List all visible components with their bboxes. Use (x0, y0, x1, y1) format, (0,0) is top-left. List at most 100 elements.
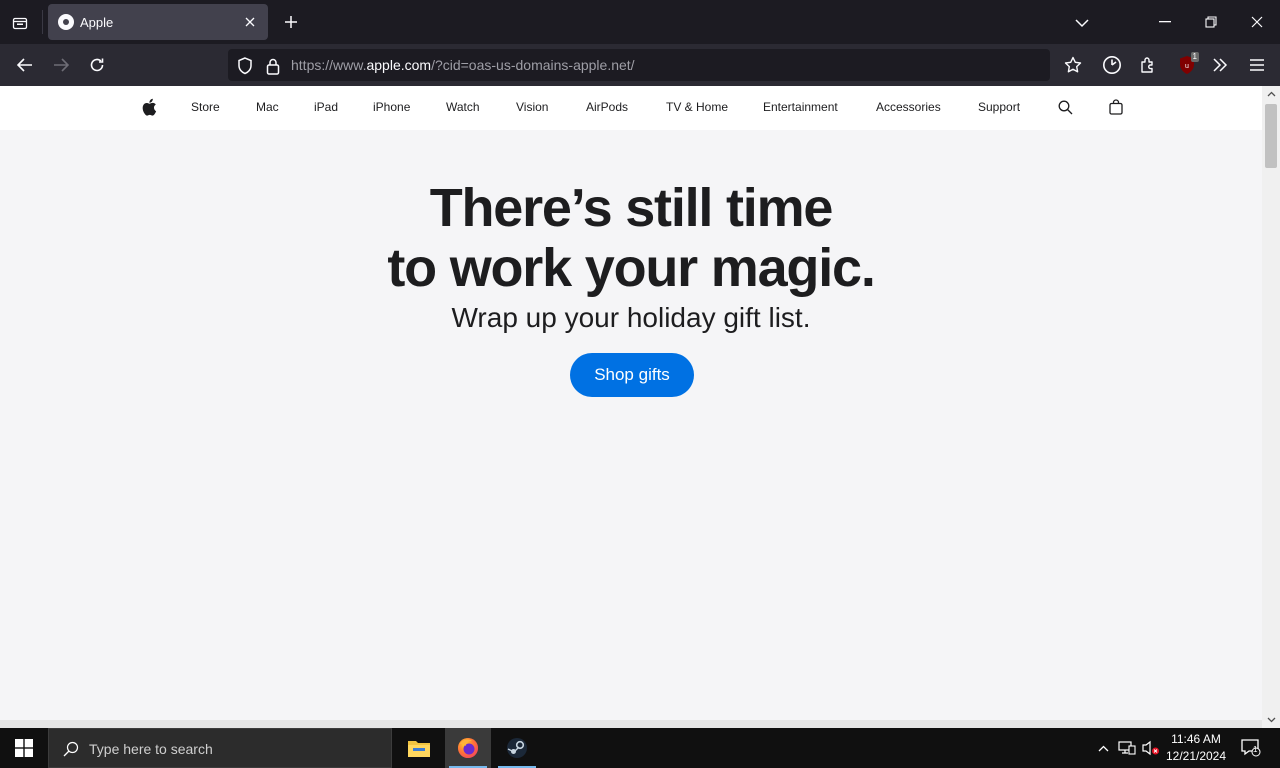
firefox-view-icon (12, 17, 28, 30)
reload-button[interactable] (82, 50, 112, 80)
firefox-icon (458, 738, 478, 758)
apple-global-nav: Store Mac iPad iPhone Watch Vision AirPo… (0, 86, 1262, 130)
list-all-tabs-button[interactable] (1068, 9, 1096, 37)
firefox-view-button[interactable] (6, 9, 34, 37)
minimize-icon (1159, 21, 1171, 23)
nav-item-iphone[interactable]: iPhone (373, 100, 410, 114)
volume-tray-icon[interactable] (1140, 738, 1162, 758)
close-icon (1251, 16, 1263, 28)
apple-logo-icon (142, 98, 157, 116)
tracking-protection-button[interactable] (234, 55, 256, 77)
double-chevron-right-icon (1213, 58, 1228, 72)
nav-item-airpods[interactable]: AirPods (586, 100, 628, 114)
taskbar-search-box[interactable]: Type here to search (48, 728, 392, 768)
show-hidden-icons-button[interactable] (1094, 738, 1112, 758)
nav-item-watch[interactable]: Watch (446, 100, 480, 114)
search-icon (1058, 100, 1072, 114)
back-arrow-icon (17, 58, 32, 72)
forward-arrow-icon (54, 58, 69, 72)
svg-text:u: u (1185, 63, 1189, 70)
clock-date: 12/21/2024 (1165, 749, 1227, 763)
start-button[interactable] (0, 728, 48, 768)
clock-time: 11:46 AM (1171, 732, 1221, 746)
puzzle-piece-icon (1141, 57, 1153, 73)
extension-badge-count: 1 (1190, 52, 1199, 62)
tab-close-button[interactable] (238, 10, 262, 34)
nav-item-store[interactable]: Store (191, 100, 220, 114)
nav-item-ipad[interactable]: iPad (314, 100, 338, 114)
page-vertical-scrollbar[interactable] (1262, 86, 1280, 728)
star-icon (1064, 56, 1082, 73)
account-circle-icon (1103, 56, 1121, 74)
hamburger-menu-icon (1250, 59, 1264, 71)
chevron-down-icon (1267, 717, 1275, 723)
taskbar-clock[interactable]: 11:46 AM 12/21/2024 (1160, 731, 1232, 765)
extensions-button[interactable] (1133, 50, 1163, 80)
network-tray-icon[interactable] (1116, 738, 1138, 758)
nav-search-button[interactable] (1055, 97, 1075, 117)
notification-icon (1241, 739, 1261, 757)
address-bar[interactable]: https://www.apple.com/?cid=oas-us-domain… (228, 49, 1050, 81)
apple-homepage: Store Mac iPad iPhone Watch Vision AirPo… (0, 86, 1262, 720)
reload-icon (90, 58, 104, 72)
windows-taskbar: Type here to search 11:46 AM 12/21/2024 … (0, 728, 1280, 768)
nav-item-mac[interactable]: Mac (256, 100, 279, 114)
url-suffix: /?cid=oas-us-domains-apple.net/ (431, 57, 635, 73)
hero-headline-line2: to work your magic. (387, 238, 876, 298)
apple-logo-link[interactable] (139, 97, 159, 117)
close-icon (245, 17, 255, 27)
tab-title: Apple (80, 14, 114, 30)
nav-item-accessories[interactable]: Accessories (876, 100, 941, 114)
browser-tab-strip: Apple (0, 0, 1280, 44)
shop-gifts-button[interactable]: Shop gifts (570, 353, 694, 397)
nav-item-vision[interactable]: Vision (516, 100, 548, 114)
new-tab-button[interactable] (278, 9, 304, 35)
restore-icon (1205, 16, 1217, 28)
search-icon (61, 739, 81, 759)
action-center-button[interactable]: 1 (1236, 738, 1266, 758)
app-menu-button[interactable] (1242, 50, 1272, 80)
ublock-extension-button[interactable]: u 1 (1172, 50, 1202, 80)
taskbar-steam[interactable] (494, 728, 540, 768)
plus-icon (285, 16, 297, 28)
taskbar-firefox[interactable] (445, 728, 491, 768)
volume-muted-icon (1142, 740, 1159, 756)
hero-subtitle: Wrap up your holiday gift list. (451, 302, 811, 333)
scroll-thumb[interactable] (1265, 104, 1277, 168)
folder-icon (408, 741, 430, 757)
forward-button[interactable] (46, 50, 76, 80)
page-horizontal-scrollbar[interactable] (0, 720, 1262, 728)
chevron-down-icon (1075, 19, 1089, 28)
taskbar-file-explorer[interactable] (396, 728, 442, 768)
steam-icon (507, 738, 527, 758)
nav-item-tv-home[interactable]: TV & Home (666, 100, 728, 114)
window-minimize-button[interactable] (1143, 6, 1187, 38)
navigation-toolbar: https://www.apple.com/?cid=oas-us-domain… (0, 44, 1280, 86)
url-text[interactable]: https://www.apple.com/?cid=oas-us-domain… (291, 57, 635, 73)
window-close-button[interactable] (1235, 6, 1279, 38)
bookmark-star-button[interactable] (1058, 50, 1088, 80)
browser-tab-apple[interactable]: Apple (48, 4, 268, 40)
lock-icon (266, 58, 280, 75)
more-tools-button[interactable] (1205, 50, 1235, 80)
shield-icon (238, 57, 252, 75)
nav-item-entertainment[interactable]: Entertainment (763, 100, 838, 114)
scroll-up-button[interactable] (1262, 86, 1280, 102)
sync-account-button[interactable] (1097, 50, 1127, 80)
chevron-up-icon (1098, 745, 1108, 751)
tab-strip-divider (42, 10, 43, 34)
nav-item-support[interactable]: Support (978, 100, 1020, 114)
windows-logo-icon (15, 739, 33, 757)
window-restore-button[interactable] (1189, 6, 1233, 38)
hero-headline-line1: There’s still time (429, 178, 834, 238)
shopping-bag-icon (1109, 99, 1123, 115)
nav-bag-button[interactable] (1106, 97, 1126, 117)
url-prefix: https://www. (291, 57, 367, 73)
scroll-down-button[interactable] (1262, 712, 1280, 728)
url-domain: apple.com (366, 57, 432, 73)
site-security-button[interactable] (262, 55, 284, 77)
chevron-up-icon (1267, 91, 1275, 97)
back-button[interactable] (10, 50, 40, 80)
taskbar-search-placeholder: Type here to search (89, 741, 213, 757)
tab-favicon-icon (58, 14, 74, 30)
